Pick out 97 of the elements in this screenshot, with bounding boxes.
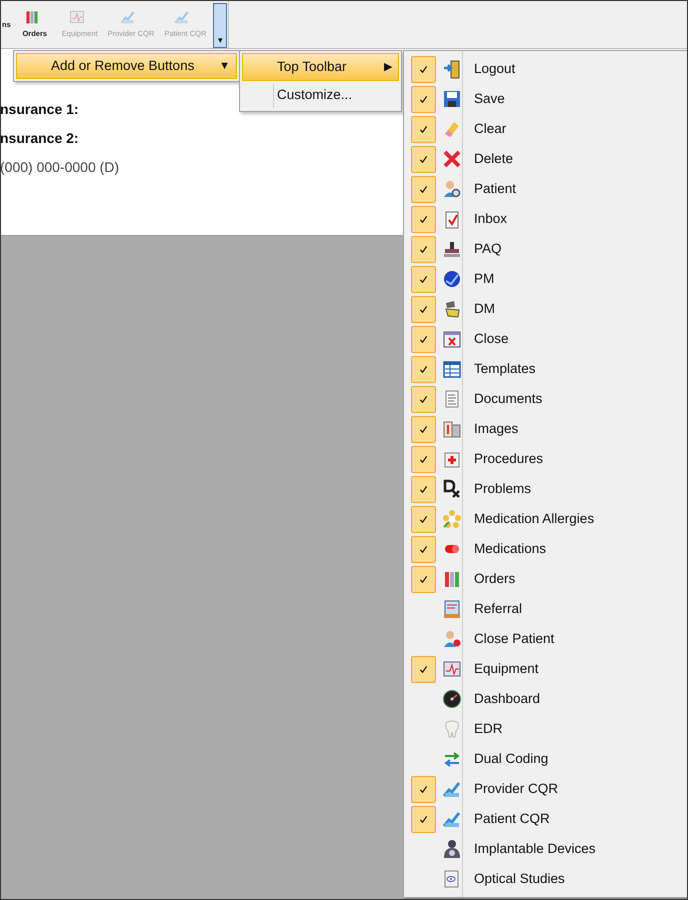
overflow-button[interactable]: ▾ xyxy=(213,3,228,48)
menu-item[interactable]: Inbox xyxy=(474,208,508,230)
checkbox[interactable] xyxy=(411,566,436,592)
checkbox[interactable] xyxy=(411,776,436,802)
test-tubes-icon xyxy=(442,569,462,589)
chart-icon xyxy=(442,779,462,799)
check-icon xyxy=(419,454,428,464)
check-icon xyxy=(419,154,428,164)
menu-item[interactable]: Documents xyxy=(474,388,542,410)
chart-icon xyxy=(120,9,136,26)
check-icon xyxy=(419,94,428,104)
menu-item[interactable]: Save xyxy=(474,88,505,110)
menu-item[interactable]: Delete xyxy=(474,148,514,170)
checkbox[interactable] xyxy=(411,176,436,202)
menu-item[interactable]: Optical Studies xyxy=(474,868,565,890)
check-icon xyxy=(419,64,428,74)
field-label: nsurance 1: xyxy=(1,100,79,119)
checkbox[interactable] xyxy=(411,326,436,352)
menu-item[interactable]: Clear xyxy=(474,118,506,140)
form-icon xyxy=(442,599,462,619)
menu-item[interactable]: Referral xyxy=(474,598,522,620)
menu-item[interactable]: Medication Allergies xyxy=(474,508,594,530)
flower-icon xyxy=(442,509,462,529)
menu-item[interactable]: Equipment xyxy=(474,658,539,680)
menu-item[interactable]: Templates xyxy=(474,358,536,380)
monitor-icon xyxy=(68,9,85,26)
person-icon xyxy=(442,839,462,859)
menu-item[interactable]: Close Patient xyxy=(474,628,554,650)
check-icon xyxy=(419,814,428,824)
door-icon xyxy=(442,59,462,79)
menu-item[interactable]: Medications xyxy=(474,538,546,560)
menu-item[interactable]: Dashboard xyxy=(474,688,540,710)
close-icon xyxy=(442,149,462,169)
menu-item[interactable]: DM xyxy=(474,298,495,320)
menu-item[interactable]: Close xyxy=(474,328,509,350)
checkbox[interactable] xyxy=(411,536,436,562)
check-icon xyxy=(419,544,428,554)
check-icon xyxy=(419,304,428,314)
checkbox[interactable] xyxy=(411,506,436,532)
checkbox[interactable] xyxy=(411,296,436,322)
checkbox[interactable] xyxy=(411,236,436,262)
menu-item[interactable]: Provider CQR xyxy=(474,778,558,800)
chart-icon xyxy=(174,9,190,26)
user-search-icon xyxy=(442,179,462,199)
check-icon xyxy=(419,274,428,284)
window-close-icon xyxy=(442,329,462,349)
checkbox[interactable] xyxy=(411,356,436,382)
images-icon xyxy=(442,419,462,439)
checkbox[interactable] xyxy=(411,476,436,502)
menu-item[interactable]: Images xyxy=(474,418,518,440)
menu-item[interactable]: Procedures xyxy=(474,448,544,470)
check-icon xyxy=(419,664,428,674)
checkbox[interactable] xyxy=(411,206,436,232)
check-icon xyxy=(419,394,428,404)
menu-item[interactable]: Dual Coding xyxy=(474,748,548,770)
check-icon xyxy=(419,364,428,374)
menu-item[interactable]: Add or Remove Buttons ▼ xyxy=(16,53,237,79)
menu-item[interactable]: Customize... xyxy=(242,81,399,109)
monitor-icon xyxy=(442,659,462,679)
check-icon xyxy=(419,214,428,224)
checkbox[interactable] xyxy=(411,386,436,412)
check-icon xyxy=(419,574,428,584)
check-icon xyxy=(419,124,428,134)
checkbox[interactable] xyxy=(411,806,436,832)
menu-item[interactable]: Problems xyxy=(474,478,532,500)
chart-icon xyxy=(442,809,462,829)
check-icon xyxy=(419,514,428,524)
check-icon xyxy=(419,244,428,254)
checkbox[interactable] xyxy=(411,656,436,682)
field-label: nsurance 2: xyxy=(1,129,79,148)
menu-item[interactable]: EDR xyxy=(474,718,503,740)
test-tubes-icon xyxy=(24,9,40,26)
checkbox[interactable] xyxy=(411,116,436,142)
menu-item[interactable]: PAQ xyxy=(474,238,502,260)
stamp-icon xyxy=(442,239,462,259)
menu-item[interactable]: Implantable Devices xyxy=(474,838,596,860)
user-remove-icon xyxy=(442,629,462,649)
checkbox[interactable] xyxy=(411,86,436,112)
menu-item[interactable]: PM xyxy=(474,268,494,290)
menu-item[interactable]: Orders xyxy=(474,568,516,590)
check-icon xyxy=(419,184,428,194)
check-icon xyxy=(419,424,428,434)
checkbox[interactable] xyxy=(411,416,436,442)
phone-number: (000) 000-0000 (D) xyxy=(1,158,120,177)
eraser-icon xyxy=(442,119,462,139)
menu-item[interactable]: Patient xyxy=(474,178,516,200)
check-icon xyxy=(419,784,428,794)
checkbox[interactable] xyxy=(411,446,436,472)
checkbox[interactable] xyxy=(411,56,436,82)
check-icon xyxy=(419,334,428,344)
checkbox[interactable] xyxy=(411,266,436,292)
table-icon xyxy=(442,359,462,379)
menu-item[interactable]: Top Toolbar ▶ xyxy=(242,53,399,81)
checkbox[interactable] xyxy=(411,146,436,172)
check-icon xyxy=(419,484,428,494)
menu-item[interactable]: Patient CQR xyxy=(474,808,550,830)
menu-item[interactable]: Logout xyxy=(474,58,516,80)
